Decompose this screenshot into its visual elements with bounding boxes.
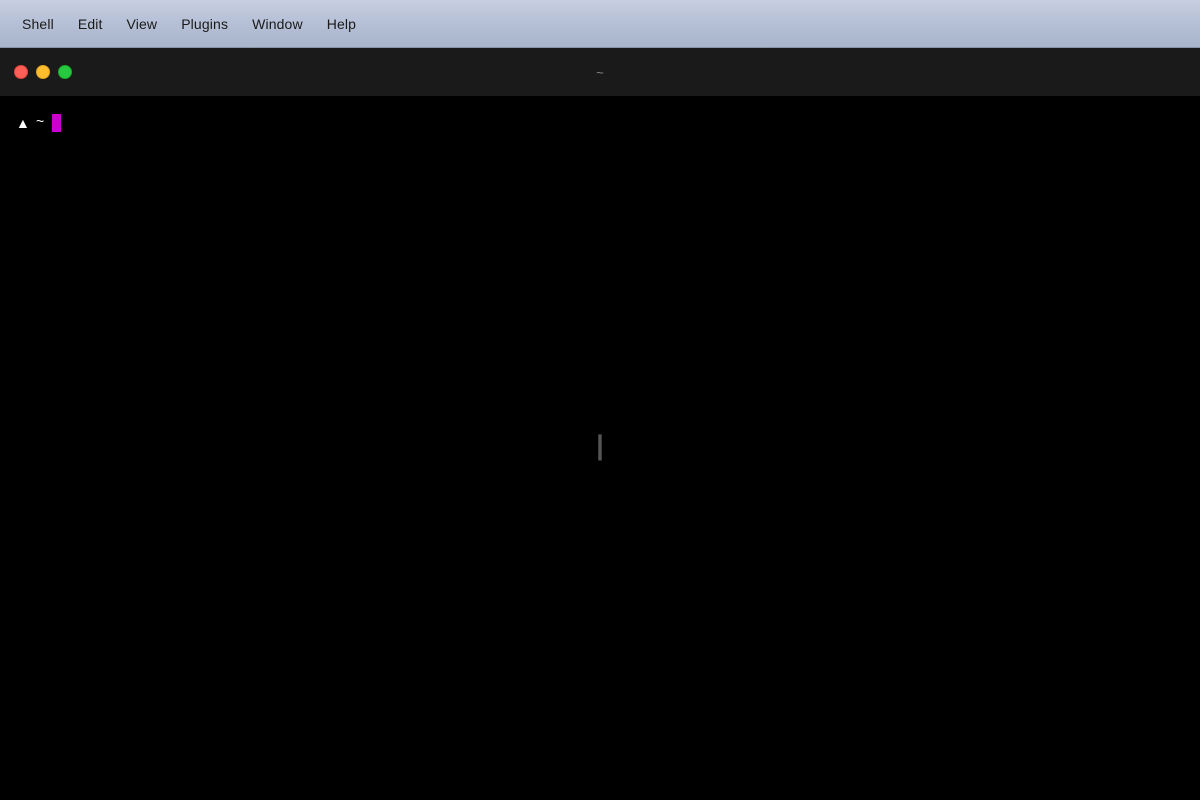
menu-view[interactable]: View: [117, 12, 168, 36]
menu-shell[interactable]: Shell: [12, 12, 64, 36]
terminal-content[interactable]: ▲ ~ ┃: [0, 96, 1200, 800]
maximize-button[interactable]: [58, 65, 72, 79]
prompt-arrow-icon: ▲: [16, 115, 30, 131]
menubar: Shell Edit View Plugins Window Help: [0, 0, 1200, 48]
terminal-title: ~: [596, 65, 604, 80]
minimize-button[interactable]: [36, 65, 50, 79]
text-cursor-center: ┃: [593, 435, 606, 461]
menu-window[interactable]: Window: [242, 12, 313, 36]
prompt-directory: ~: [36, 115, 44, 131]
menu-help[interactable]: Help: [317, 12, 366, 36]
terminal-window: ~ ▲ ~ ┃: [0, 48, 1200, 800]
menu-plugins[interactable]: Plugins: [171, 12, 238, 36]
terminal-titlebar: ~: [0, 48, 1200, 96]
prompt-line: ▲ ~: [16, 114, 1184, 132]
traffic-lights: [14, 65, 72, 79]
terminal-cursor: [52, 114, 61, 132]
close-button[interactable]: [14, 65, 28, 79]
menu-edit[interactable]: Edit: [68, 12, 113, 36]
